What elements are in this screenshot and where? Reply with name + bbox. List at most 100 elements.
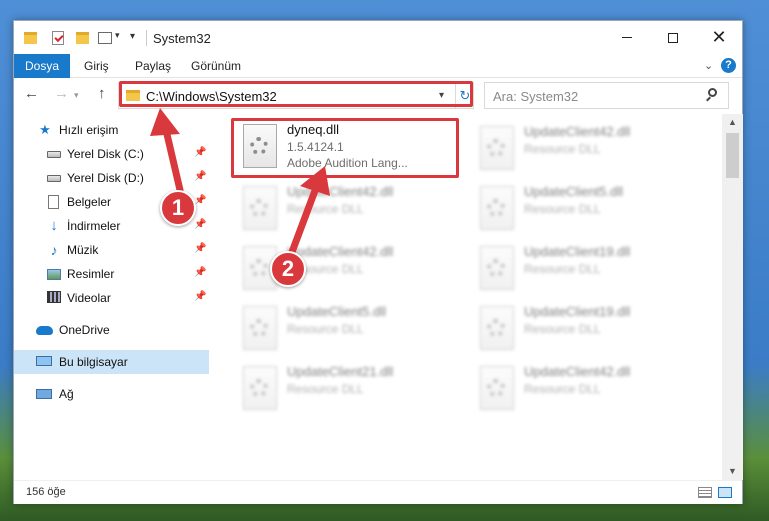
file-item[interactable]: UpdateClient5.dll Resource DLL [237, 300, 462, 356]
recent-locations-icon[interactable]: ▾ [74, 90, 79, 101]
gear-icon [487, 319, 505, 337]
file-type: Resource DLL [287, 202, 364, 216]
sidebar-item-quick-access[interactable]: ★ Hızlı erişim [14, 118, 209, 142]
file-item[interactable]: UpdateClient19.dll Resource DLL [474, 300, 699, 356]
search-placeholder[interactable]: Ara: System32 [493, 89, 578, 104]
maximize-icon [668, 32, 678, 43]
sidebar-item-network[interactable]: Ağ [14, 382, 209, 406]
navigation-bar: ← → ▾ ↑ C:\Windows\System32 ▾ ↻ Ara: Sys… [14, 78, 742, 114]
folder-icon [126, 90, 140, 101]
sidebar-item-videos[interactable]: Videolar 📌 [14, 286, 209, 310]
navigation-pane: ★ Hızlı erişim Yerel Disk (C:) 📌 Yerel D… [14, 114, 209, 480]
music-icon: ♪ [50, 242, 58, 258]
chevron-down-icon[interactable]: ▾ [439, 90, 444, 101]
file-name: UpdateClient19.dll [524, 304, 631, 319]
tab-share[interactable]: Paylaş [135, 54, 171, 78]
sidebar-item-music[interactable]: ♪ Müzik 📌 [14, 238, 209, 262]
address-path[interactable]: C:\Windows\System32 [146, 89, 277, 104]
gear-icon [250, 199, 268, 217]
tab-view[interactable]: Görünüm [191, 54, 241, 78]
gear-icon [487, 259, 505, 277]
sidebar-item-label: OneDrive [59, 323, 110, 337]
refresh-icon[interactable]: ↻ [455, 83, 474, 108]
sidebar-item-disk-c[interactable]: Yerel Disk (C:) 📌 [14, 142, 209, 166]
properties-icon[interactable] [52, 31, 64, 45]
sidebar-item-onedrive[interactable]: OneDrive [14, 318, 209, 342]
pin-icon[interactable]: 📌 [194, 291, 206, 302]
file-item[interactable]: UpdateClient42.dll Resource DLL [237, 180, 462, 236]
pin-icon[interactable]: 📌 [194, 171, 206, 182]
forward-arrow-icon[interactable]: → [54, 85, 69, 102]
minimize-button[interactable] [604, 21, 650, 54]
sidebar-item-pictures[interactable]: Resimler 📌 [14, 262, 209, 286]
file-name: UpdateClient21.dll [287, 364, 394, 379]
network-icon [36, 389, 52, 399]
scroll-down-icon[interactable]: ▼ [722, 463, 743, 480]
drive-icon [47, 151, 61, 158]
file-item[interactable]: UpdateClient21.dll Resource DLL [237, 360, 462, 416]
folder-icon[interactable] [24, 32, 37, 44]
view-icon[interactable] [98, 32, 112, 44]
help-icon[interactable]: ? [721, 58, 736, 73]
file-item[interactable]: UpdateClient5.dll Resource DLL [474, 180, 699, 236]
sidebar-item-label: Ağ [59, 387, 74, 401]
file-version: 1.5.4124.1 [287, 140, 344, 154]
file-type: Resource DLL [524, 262, 601, 276]
dll-file-icon [480, 306, 514, 350]
sidebar-item-this-pc[interactable]: Bu bilgisayar [14, 350, 209, 374]
sidebar-item-label: Resimler [67, 267, 115, 281]
minimize-icon [622, 37, 632, 38]
scroll-thumb[interactable] [726, 133, 739, 178]
gear-icon [250, 137, 268, 155]
dll-file-icon [480, 186, 514, 230]
file-item[interactable]: UpdateClient19.dll Resource DLL [474, 240, 699, 296]
up-arrow-icon[interactable]: ↑ [98, 85, 106, 102]
download-icon: ↓ [50, 217, 58, 234]
pin-icon[interactable]: 📌 [194, 267, 206, 278]
file-name: UpdateClient42.dll [287, 244, 394, 259]
sidebar-item-label: Hızlı erişim [59, 123, 119, 137]
pictures-icon [47, 269, 61, 280]
sidebar-item-label: Bu bilgisayar [59, 355, 128, 369]
search-icon[interactable] [708, 88, 717, 97]
drive-icon [47, 175, 61, 182]
gear-icon [487, 139, 505, 157]
gear-icon [250, 259, 268, 277]
details-view-icon[interactable] [698, 487, 712, 498]
window-title: System32 [153, 31, 211, 46]
maximize-button[interactable] [650, 21, 696, 54]
pin-icon[interactable]: 📌 [194, 147, 206, 158]
file-type: Resource DLL [524, 202, 601, 216]
pin-icon[interactable]: 📌 [194, 195, 206, 206]
vertical-scrollbar[interactable]: ▲ ▼ [722, 114, 743, 480]
tiles-view-icon[interactable] [718, 487, 732, 498]
file-description: Adobe Audition Lang... [287, 156, 408, 170]
gear-icon [250, 379, 268, 397]
expand-ribbon-icon[interactable]: ⌄ [704, 59, 713, 72]
customize-toolbar-icon[interactable]: ▾ [130, 31, 135, 42]
tab-file[interactable]: Dosya [14, 54, 70, 78]
file-name: UpdateClient19.dll [524, 244, 631, 259]
chevron-down-icon[interactable]: ▾ [115, 30, 120, 41]
file-item[interactable]: UpdateClient42.dll Resource DLL [474, 120, 699, 176]
close-button[interactable]: ✕ [696, 21, 742, 54]
dll-file-icon [480, 366, 514, 410]
ribbon: Dosya Giriş Paylaş Görünüm ⌄ ? [14, 54, 742, 78]
search-box[interactable]: Ara: System32 [484, 82, 729, 109]
tab-home[interactable]: Giriş [84, 54, 109, 78]
step-marker-1: 1 [160, 190, 196, 226]
file-item-dyneq[interactable]: dyneq.dll 1.5.4124.1 Adobe Audition Lang… [237, 118, 462, 174]
file-name: UpdateClient5.dll [287, 304, 387, 319]
explorer-window: ▾ ▾ System32 ✕ Dosya Giriş Paylaş Görünü… [13, 20, 743, 504]
divider [146, 30, 147, 46]
new-folder-icon[interactable] [76, 32, 89, 44]
dll-file-icon [243, 124, 277, 168]
pin-icon[interactable]: 📌 [194, 243, 206, 254]
file-item[interactable]: UpdateClient42.dll Resource DLL [474, 360, 699, 416]
back-arrow-icon[interactable]: ← [24, 85, 39, 102]
sidebar-item-disk-d[interactable]: Yerel Disk (D:) 📌 [14, 166, 209, 190]
address-bar[interactable]: C:\Windows\System32 ▾ ↻ [118, 82, 474, 109]
scroll-up-icon[interactable]: ▲ [722, 114, 743, 131]
pin-icon[interactable]: 📌 [194, 219, 206, 230]
gear-icon [250, 319, 268, 337]
